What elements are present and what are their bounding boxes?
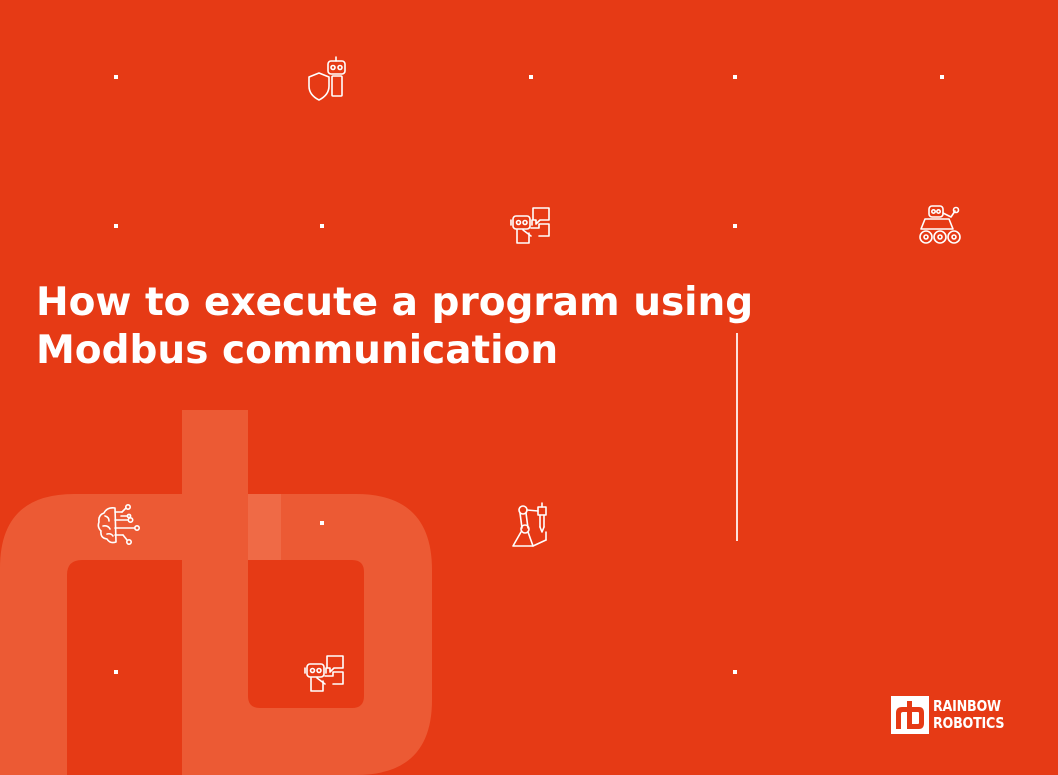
brand-logo: RAINBOW ROBOTICS — [891, 695, 1020, 735]
robot-rover-icon — [917, 203, 963, 249]
grid-dot — [529, 75, 533, 79]
slide-title-line-2: Modbus communication — [36, 328, 559, 373]
brand-line-1: RAINBOW — [933, 697, 1001, 715]
grid-dot — [733, 670, 737, 674]
grid-dot — [733, 224, 737, 228]
grid-dot — [733, 75, 737, 79]
vertical-divider — [736, 333, 738, 541]
slide-title-line-1: How to execute a program using — [36, 280, 754, 325]
robot-chat-icon — [509, 203, 555, 249]
brand-wordmark: RAINBOW ROBOTICS — [933, 698, 1004, 732]
title-slide: How to execute a program using Modbus co… — [0, 0, 1058, 775]
ai-brain-icon — [95, 502, 141, 548]
robot-arm-icon — [509, 502, 555, 548]
grid-dot — [114, 224, 118, 228]
robot-shield-icon — [305, 55, 351, 101]
brand-line-2: ROBOTICS — [933, 714, 1005, 732]
rb-logo-icon — [891, 696, 929, 734]
robot-chat-icon — [303, 651, 349, 697]
rb-watermark-logo — [0, 410, 432, 775]
grid-dot — [114, 670, 118, 674]
grid-dot — [320, 224, 324, 228]
grid-dot — [940, 75, 944, 79]
grid-dot — [114, 75, 118, 79]
grid-dot — [320, 521, 324, 525]
slide-title: How to execute a program using Modbus co… — [36, 279, 754, 375]
